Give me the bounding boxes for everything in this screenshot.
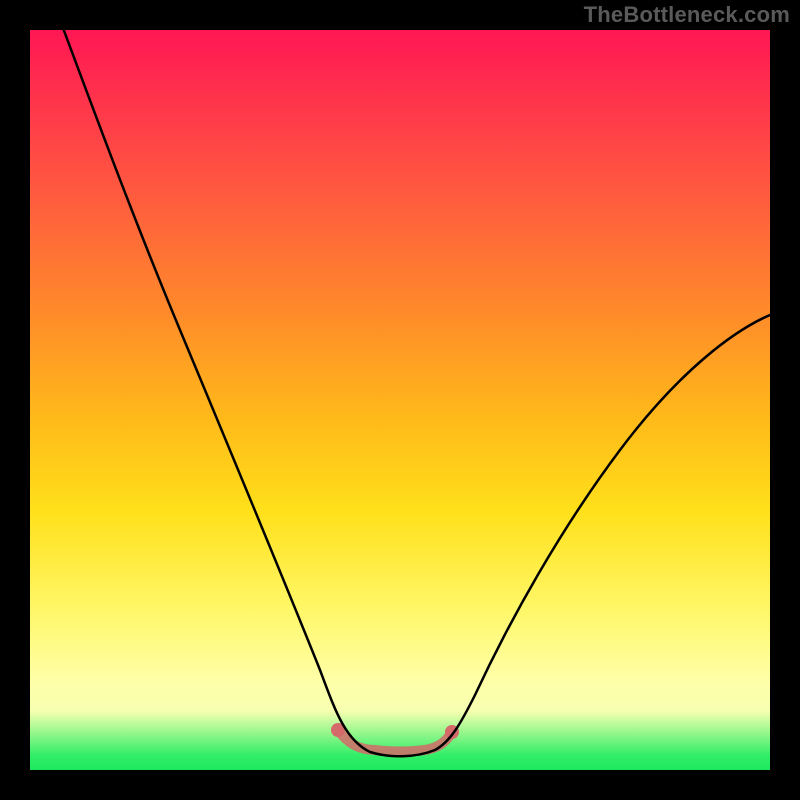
plot-area — [30, 30, 770, 770]
bottleneck-curve — [30, 30, 770, 770]
chart-frame: TheBottleneck.com — [0, 0, 800, 800]
main-curve-path — [60, 30, 770, 756]
watermark-text: TheBottleneck.com — [584, 2, 790, 28]
